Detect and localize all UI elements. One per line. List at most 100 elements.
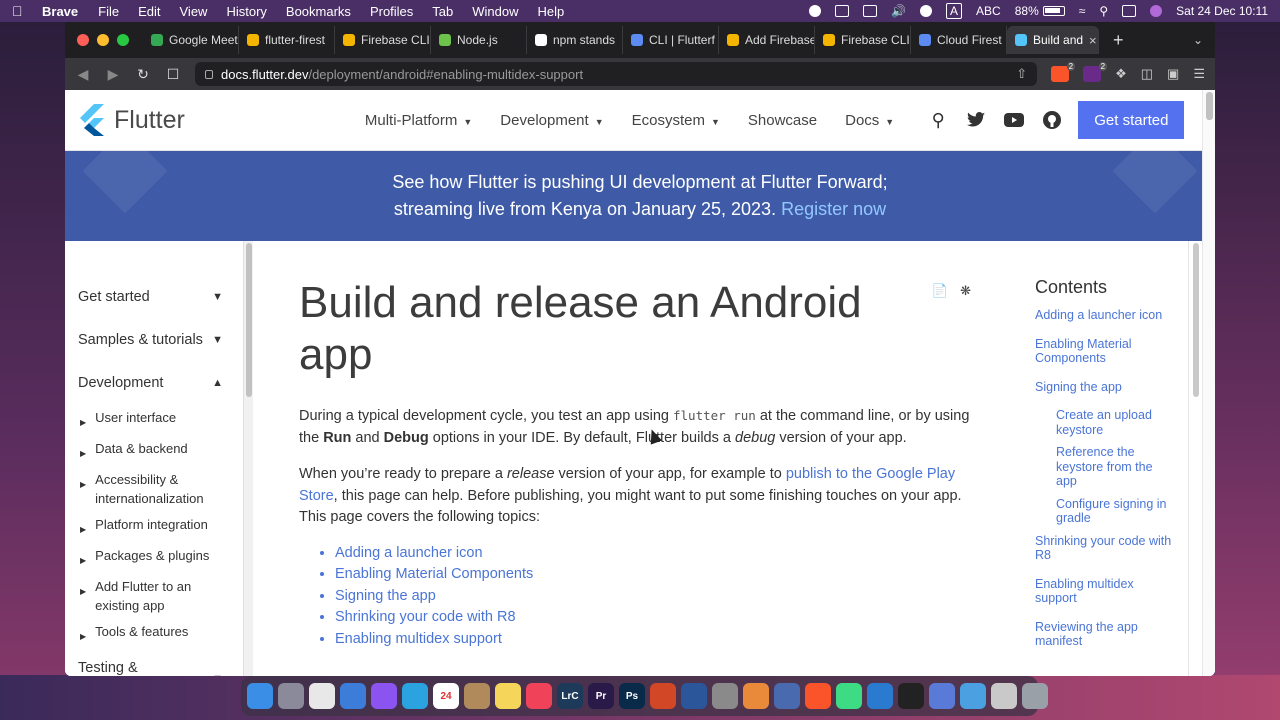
focus-icon[interactable] (920, 5, 933, 17)
extensions-icon[interactable]: ❖ (1115, 66, 1127, 82)
sidebar-section[interactable]: Get started ▼ (65, 275, 243, 318)
minimize-window-button[interactable] (97, 34, 109, 46)
youtube-icon[interactable] (1004, 110, 1025, 130)
address-bar[interactable]: docs.flutter.dev/deployment/android#enab… (195, 62, 1038, 86)
control-center-icon[interactable] (1122, 5, 1137, 17)
dock-preview-icon[interactable] (960, 683, 986, 709)
close-tab-icon[interactable]: × (1089, 33, 1097, 48)
chevron-down-icon[interactable]: ▼ (212, 334, 223, 346)
menu-history[interactable]: History (226, 4, 266, 19)
toc-scrollbar[interactable] (1188, 241, 1202, 676)
siri-icon[interactable] (1150, 5, 1163, 17)
toc-link[interactable]: Shrinking your code with R8 (1035, 534, 1175, 563)
dock-android-studio-icon[interactable] (836, 683, 862, 709)
dock-chrome-icon[interactable] (309, 683, 335, 709)
browser-tab[interactable]: Cloud Firest (911, 26, 1007, 54)
browser-tab[interactable]: Firebase CLI (335, 26, 431, 54)
dock-brave-icon[interactable] (805, 683, 831, 709)
sidebar-scrollbar[interactable] (243, 241, 253, 676)
sidebar-scroll-thumb[interactable] (246, 243, 252, 397)
view-source-icon[interactable]: 📄 (932, 283, 948, 299)
spotlight-icon[interactable]: ⚲ (1099, 4, 1108, 18)
dock-xcode-icon[interactable] (929, 683, 955, 709)
menu-bookmarks[interactable]: Bookmarks (286, 4, 351, 19)
sidebar-subitem[interactable]: ▶ Add Flutter to an existing app (65, 577, 243, 615)
topic-link[interactable]: Adding a launcher icon (335, 545, 483, 561)
toc-link[interactable]: Create an upload keystore (1035, 408, 1175, 437)
sidebar-section[interactable]: Testing & debugging ▼ (65, 654, 243, 676)
nav-item[interactable]: Multi-Platform ▼ (365, 112, 472, 129)
new-tab-button[interactable]: + (1113, 30, 1124, 51)
dock-lightroom-icon[interactable]: LrC (557, 683, 583, 709)
topic-link[interactable]: Enabling Material Components (335, 566, 533, 582)
tab-list-chevron-icon[interactable]: ⌄ (1193, 33, 1203, 47)
chevron-down-icon[interactable]: ▼ (212, 673, 223, 676)
menu-tab[interactable]: Tab (432, 4, 453, 19)
dock-launchpad-icon[interactable] (278, 683, 304, 709)
browser-tab[interactable]: Add Firebase (719, 26, 815, 54)
battery-status[interactable]: 88% (1015, 4, 1065, 18)
search-icon[interactable]: ⚲ (928, 110, 948, 130)
sidebar-subitem[interactable]: ▶ Tools & features (65, 622, 243, 646)
back-button[interactable]: ◀ (75, 66, 91, 83)
volume-icon[interactable]: 🔊 (891, 4, 906, 18)
dock-safari-icon[interactable] (340, 683, 366, 709)
browser-tab[interactable]: CLI | Flutterf (623, 26, 719, 54)
report-issue-bug-icon[interactable]: ❋ (960, 283, 971, 299)
record-icon[interactable] (809, 5, 822, 17)
toc-link[interactable]: Enabling Material Components (1035, 337, 1175, 366)
browser-tab[interactable]: npm stands (527, 26, 623, 54)
dock-settings-icon[interactable] (712, 683, 738, 709)
bookmark-icon[interactable]: ☐ (165, 66, 181, 83)
input-source-icon[interactable]: A (946, 3, 963, 19)
apple-icon[interactable]:  (12, 4, 26, 18)
get-started-button[interactable]: Get started (1078, 101, 1185, 139)
zoom-window-button[interactable] (117, 34, 129, 46)
chevron-down-icon[interactable]: ▼ (212, 291, 223, 303)
close-window-button[interactable] (77, 34, 89, 46)
toc-link[interactable]: Adding a launcher icon (1035, 308, 1175, 323)
menu-profiles[interactable]: Profiles (370, 4, 413, 19)
wallet-icon[interactable]: ▣ (1167, 66, 1179, 82)
menubar-clock[interactable]: Sat 24 Dec 10:11 (1176, 4, 1268, 18)
sidebar-section[interactable]: Development ▲ (65, 361, 243, 404)
sidebar-subitem[interactable]: ▶ User interface (65, 408, 243, 432)
dock-screen-icon[interactable] (774, 683, 800, 709)
wifi-icon[interactable]: ≈ (1079, 4, 1086, 18)
dock-calendar-icon[interactable]: 24 (433, 683, 459, 709)
twitter-icon[interactable] (966, 110, 986, 130)
chevron-up-icon[interactable]: ▲ (212, 377, 223, 389)
toc-link[interactable]: Configure signing in gradle (1035, 497, 1175, 526)
sidebar-subitem[interactable]: ▶ Data & backend (65, 439, 243, 463)
display-icon[interactable] (835, 5, 850, 17)
menu-icon[interactable]: ☰ (1193, 66, 1205, 82)
sidebar-subitem[interactable]: ▶ Packages & plugins (65, 546, 243, 570)
page-scroll-thumb[interactable] (1206, 92, 1213, 120)
nav-item[interactable]: Docs ▼ (845, 112, 894, 129)
github-icon[interactable] (1042, 110, 1062, 130)
topic-link[interactable]: Enabling multidex support (335, 631, 502, 647)
dock-vscode-icon[interactable] (867, 683, 893, 709)
browser-tab[interactable]: Firebase CLI (815, 26, 911, 54)
register-now-link[interactable]: Register now (781, 199, 886, 219)
toc-scroll-thumb[interactable] (1193, 243, 1199, 397)
dock-finder-icon[interactable] (247, 683, 273, 709)
menubar-app-name[interactable]: Brave (42, 4, 78, 19)
page-scrollbar[interactable] (1202, 90, 1215, 676)
sidebar-icon[interactable]: ◫ (1141, 66, 1153, 82)
toc-link[interactable]: Reviewing the app manifest (1035, 620, 1175, 649)
dock-premiere-icon[interactable]: Pr (588, 683, 614, 709)
topic-link[interactable]: Signing the app (335, 588, 436, 604)
layers-icon[interactable] (863, 5, 878, 17)
sidebar-section[interactable]: Samples & tutorials ▼ (65, 318, 243, 361)
toc-link[interactable]: Reference the keystore from the app (1035, 445, 1175, 489)
browser-tab[interactable]: Node.js (431, 26, 527, 54)
browser-tab[interactable]: Build and × (1007, 26, 1099, 54)
forward-button[interactable]: ▶ (105, 66, 121, 83)
lock-icon[interactable] (205, 69, 213, 79)
input-source-label[interactable]: ABC (976, 4, 1001, 18)
sidebar-subitem[interactable]: ▶ Platform integration (65, 515, 243, 539)
dock-music-icon[interactable] (526, 683, 552, 709)
share-icon[interactable]: ⇧ (1016, 66, 1027, 82)
dock-archive-icon[interactable] (991, 683, 1017, 709)
